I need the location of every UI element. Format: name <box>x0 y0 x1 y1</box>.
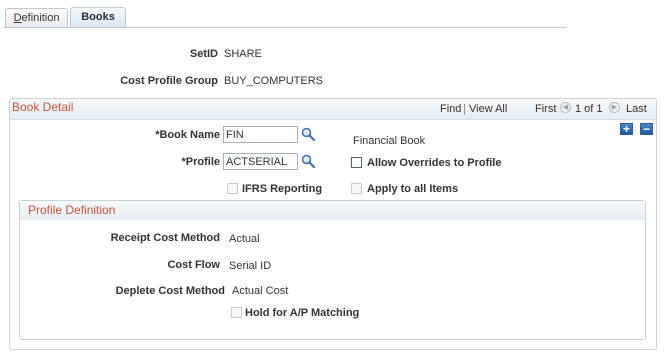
book-description: Financial Book <box>353 135 426 147</box>
ifrs-reporting-checkbox[interactable] <box>227 183 238 194</box>
profile-lookup-magnifier-icon[interactable] <box>301 154 315 168</box>
cost-flow-value: Serial ID <box>229 260 272 272</box>
deplete-cost-method-value: Actual Cost <box>232 285 289 297</box>
profile-input[interactable] <box>223 153 298 170</box>
find-link[interactable]: Find <box>440 103 461 115</box>
ifrs-reporting-label: IFRS Reporting <box>242 183 323 195</box>
receipt-cost-method-label: Receipt Cost Method <box>110 232 220 244</box>
apply-all-items-checkbox[interactable] <box>351 183 362 194</box>
allow-overrides-checkbox[interactable] <box>351 157 362 168</box>
delete-row-button[interactable]: − <box>640 123 653 135</box>
book-name-lookup-magnifier-icon[interactable] <box>301 127 315 141</box>
setid-label: SetID <box>189 48 218 60</box>
hold-ap-matching-checkbox[interactable] <box>231 307 242 318</box>
prev-arrow-icon[interactable]: ◀ <box>560 102 571 113</box>
book-detail-header <box>10 99 656 120</box>
page-info: 1 of 1 <box>575 103 603 115</box>
cost-flow-label: Cost Flow <box>167 259 220 271</box>
cost-profile-group-value: BUY_COMPUTERS <box>224 75 324 87</box>
setid-value: SHARE <box>224 48 262 60</box>
apply-all-items-label: Apply to all Items <box>367 183 459 195</box>
book-name-label: *Book Name <box>155 129 220 141</box>
tab-definition-mnemonic: D <box>13 12 22 24</box>
hold-ap-matching-label: Hold for A/P Matching <box>245 307 360 319</box>
tab-definition-label: efinition <box>21 12 60 24</box>
tab-divider <box>4 27 566 28</box>
tab-books-label: Books <box>81 11 115 23</box>
cost-profile-group-label: Cost Profile Group <box>120 75 218 87</box>
view-all-link[interactable]: View All <box>469 103 507 115</box>
add-row-button[interactable]: + <box>620 123 633 135</box>
book-name-input[interactable] <box>223 126 298 143</box>
tab-books[interactable]: Books <box>70 7 126 27</box>
last-label: Last <box>626 103 647 115</box>
nav-separator: | <box>463 103 466 115</box>
profile-label: *Profile <box>181 156 220 168</box>
book-detail-title: Book Detail <box>12 100 74 114</box>
next-arrow-icon[interactable]: ▶ <box>609 102 620 113</box>
first-label: First <box>535 103 557 115</box>
profile-definition-title: Profile Definition <box>28 203 116 217</box>
receipt-cost-method-value: Actual <box>229 233 260 245</box>
tab-definition[interactable]: Definition <box>5 8 68 27</box>
deplete-cost-method-label: Deplete Cost Method <box>115 285 225 297</box>
allow-overrides-label: Allow Overrides to Profile <box>367 157 502 169</box>
